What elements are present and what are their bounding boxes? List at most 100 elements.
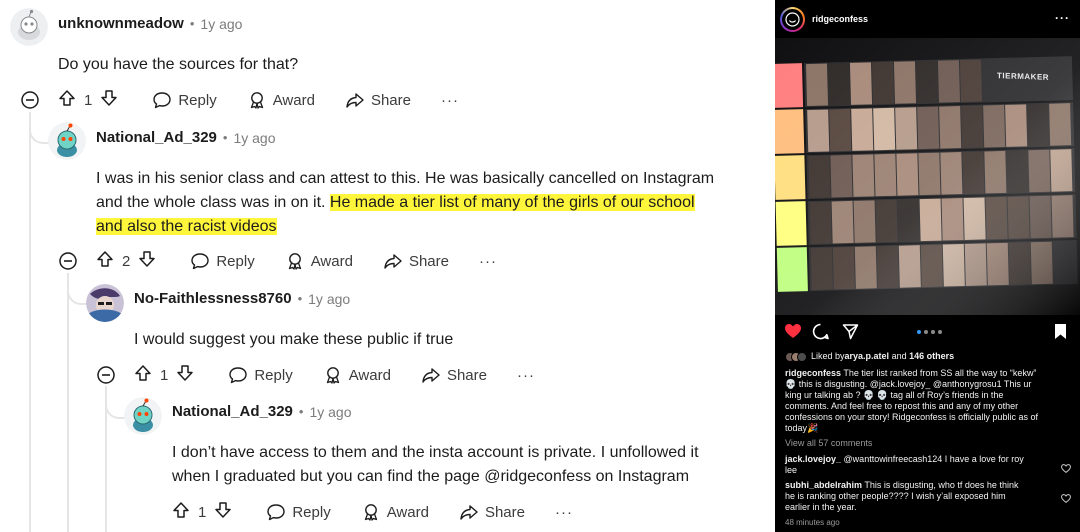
liked-by-count[interactable]: 146 others xyxy=(909,351,954,362)
comment-actions: 1 Reply Award Share ··· xyxy=(172,500,573,524)
view-all-comments-link[interactable]: View all 57 comments xyxy=(785,438,872,449)
reply-label: Reply xyxy=(178,91,217,109)
comment-time[interactable]: 1y ago xyxy=(233,130,275,146)
award-icon xyxy=(285,252,305,270)
more-options-button[interactable]: ··· xyxy=(441,92,459,109)
share-button[interactable]: Share xyxy=(345,91,411,109)
upvote-icon[interactable] xyxy=(58,89,76,111)
caption-line: king ur talking ab ? 💀 💀 tag all of Roy’… xyxy=(785,390,1004,400)
caption-line: today🎉 xyxy=(785,423,819,433)
comment-author[interactable]: No-Faithlessness8760 xyxy=(134,290,292,307)
vote-group: 1 xyxy=(172,501,232,523)
collapse-thread-button[interactable] xyxy=(21,91,39,114)
separator-dot: • xyxy=(298,404,304,419)
comment-author[interactable]: unknownmeadow xyxy=(58,15,184,32)
heart-icon xyxy=(785,324,801,338)
comment-text: This is disgusting, who tf does he think xyxy=(862,480,1019,490)
share-icon xyxy=(421,366,441,384)
more-options-button[interactable]: ··· xyxy=(555,504,573,521)
like-button[interactable] xyxy=(784,323,802,344)
comment-time[interactable]: 1y ago xyxy=(309,404,351,420)
comment-icon xyxy=(812,323,829,340)
comment-time[interactable]: 1y ago xyxy=(308,291,350,307)
reply-button[interactable]: Reply xyxy=(228,366,293,384)
save-button[interactable] xyxy=(1054,323,1067,345)
post-username[interactable]: ridgeconfess xyxy=(812,14,868,24)
tiermaker-logo: TIERMAKER xyxy=(997,71,1050,82)
downvote-icon[interactable] xyxy=(138,250,156,272)
share-label: Share xyxy=(446,366,487,384)
carousel-indicator xyxy=(917,330,942,334)
profile-avatar[interactable] xyxy=(780,7,805,32)
comment-username[interactable]: jack.lovejoy_ xyxy=(785,454,841,464)
heart-outline-icon xyxy=(1061,494,1071,504)
comment-actions: 1 Reply Award Share ··· xyxy=(134,363,535,387)
like-comment-button[interactable] xyxy=(1061,460,1071,478)
collapse-icon xyxy=(21,91,39,109)
comment-button[interactable] xyxy=(812,323,829,345)
comment-actions: 2 Reply Award Share ··· xyxy=(96,249,497,273)
award-button[interactable]: Award xyxy=(323,366,391,384)
liker-avatars xyxy=(785,351,807,362)
comment-author[interactable]: National_Ad_329 xyxy=(96,129,217,146)
comment-author[interactable]: National_Ad_329 xyxy=(172,403,293,420)
collapse-icon xyxy=(97,366,115,384)
caption-username[interactable]: ridgeconfess xyxy=(785,368,841,378)
downvote-icon[interactable] xyxy=(100,89,118,111)
comment-line: I don’t have access to them and the inst… xyxy=(172,444,699,461)
separator-dot: • xyxy=(222,130,228,145)
award-label: Award xyxy=(386,503,429,521)
collapse-thread-button[interactable] xyxy=(97,366,115,389)
award-button[interactable]: Award xyxy=(285,252,353,270)
vote-count: 1 xyxy=(160,366,169,384)
comment-body: I would suggest you make these public if… xyxy=(134,331,454,348)
caption-text: The tier list ranked from SS all the way… xyxy=(841,368,1037,378)
bookmark-icon xyxy=(1055,324,1066,339)
more-options-button[interactable]: ··· xyxy=(517,367,535,384)
avatar[interactable] xyxy=(124,397,162,435)
more-options-button[interactable]: ··· xyxy=(479,253,497,270)
thread-line[interactable] xyxy=(29,112,31,532)
like-comment-button[interactable] xyxy=(1061,490,1071,508)
comment-username[interactable]: subhi_abdelrahim xyxy=(785,480,862,490)
reply-button[interactable]: Reply xyxy=(152,91,217,109)
thread-line[interactable] xyxy=(67,273,69,532)
comment-text: earlier in the year. xyxy=(785,502,857,512)
post-timestamp: 48 minutes ago xyxy=(785,518,840,527)
reply-button[interactable]: Reply xyxy=(266,503,331,521)
avatar[interactable] xyxy=(86,284,124,322)
downvote-icon[interactable] xyxy=(214,501,232,523)
reply-label: Reply xyxy=(292,503,331,521)
comment-actions: 1 Reply Award Share ··· xyxy=(58,88,459,112)
upvote-icon[interactable] xyxy=(134,364,152,386)
upvote-icon[interactable] xyxy=(96,250,114,272)
caption-line: ridgeconfess The tier list ranked from S… xyxy=(785,368,1075,379)
award-button[interactable]: Award xyxy=(361,503,429,521)
award-button[interactable]: Award xyxy=(247,91,315,109)
upvote-icon[interactable] xyxy=(172,501,190,523)
avatar[interactable] xyxy=(48,122,86,160)
share-post-button[interactable] xyxy=(842,323,859,345)
comment-body: I don’t have access to them and the inst… xyxy=(172,441,767,489)
post-photo[interactable]: TIERMAKER xyxy=(775,38,1080,315)
downvote-icon[interactable] xyxy=(176,364,194,386)
share-icon xyxy=(459,503,479,521)
share-button[interactable]: Share xyxy=(383,252,449,270)
share-button[interactable]: Share xyxy=(459,503,525,521)
vote-count: 1 xyxy=(198,503,207,521)
liked-by-mid: and xyxy=(889,351,910,361)
collapse-thread-button[interactable] xyxy=(59,252,77,275)
share-button[interactable]: Share xyxy=(421,366,487,384)
award-label: Award xyxy=(272,91,315,109)
vote-group: 2 xyxy=(96,250,156,272)
comment-time[interactable]: 1y ago xyxy=(200,16,242,32)
comment-text: and the whole class was in on it. xyxy=(96,194,330,211)
post-options-button[interactable]: ··· xyxy=(1055,11,1070,25)
comment-line: and the whole class was in on it. He mad… xyxy=(96,191,766,215)
smiley-logo-icon xyxy=(785,12,800,27)
reply-button[interactable]: Reply xyxy=(190,252,255,270)
liked-by-user[interactable]: arya.p.atel xyxy=(845,351,890,362)
avatar[interactable] xyxy=(10,8,48,46)
separator-dot: • xyxy=(189,16,195,31)
share-label: Share xyxy=(484,503,525,521)
